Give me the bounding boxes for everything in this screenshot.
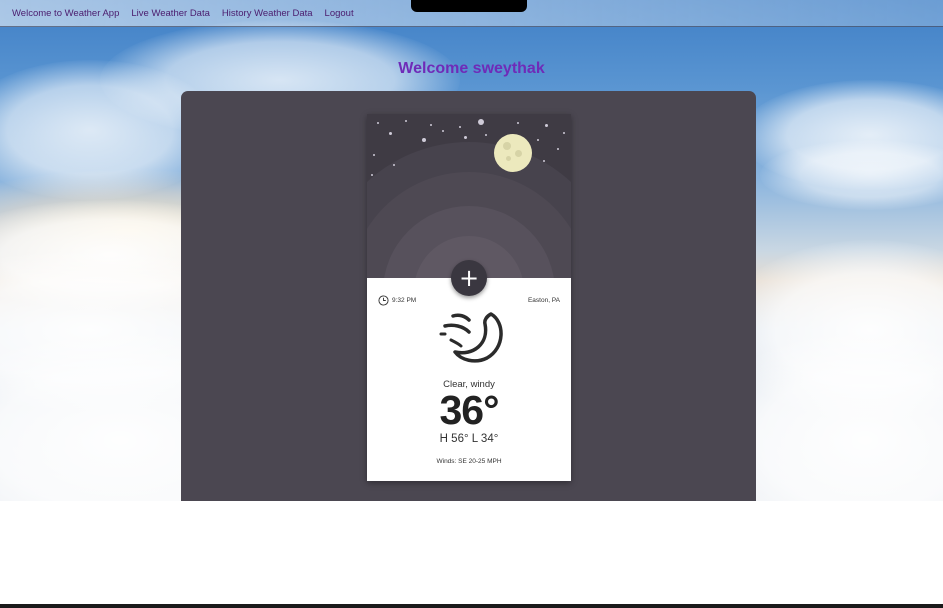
time-text: 9:32 PM — [392, 297, 417, 304]
moon-illustration — [367, 114, 571, 278]
time-display: 9:32 PM — [378, 295, 416, 306]
clock-icon — [378, 295, 389, 306]
card-info-row: 9:32 PM Easton, PA — [378, 295, 560, 306]
nav-link-history-weather[interactable]: History Weather Data — [222, 8, 313, 19]
add-location-button[interactable]: + — [451, 260, 487, 296]
location-text: Easton, PA — [527, 297, 560, 304]
nav-link-welcome[interactable]: Welcome to Weather App — [12, 8, 119, 19]
high-low-temperature: H 56° L 34° — [439, 433, 499, 445]
camera-notch — [411, 0, 527, 12]
nav-link-live-weather[interactable]: Live Weather Data — [131, 8, 210, 19]
moon-wind-icon — [439, 312, 503, 363]
wind-info: Winds: SE 20-25 MPH — [436, 458, 502, 465]
bottom-border — [0, 604, 943, 608]
nav-link-logout[interactable]: Logout — [325, 8, 354, 19]
plus-icon: + — [458, 264, 480, 292]
welcome-heading: Welcome sweythak — [398, 60, 545, 77]
moon-shape — [494, 134, 532, 172]
current-temperature: 36° — [439, 387, 499, 433]
weather-card: + 9:32 PM Easton, PA Clear, windy 36° H … — [367, 114, 571, 481]
